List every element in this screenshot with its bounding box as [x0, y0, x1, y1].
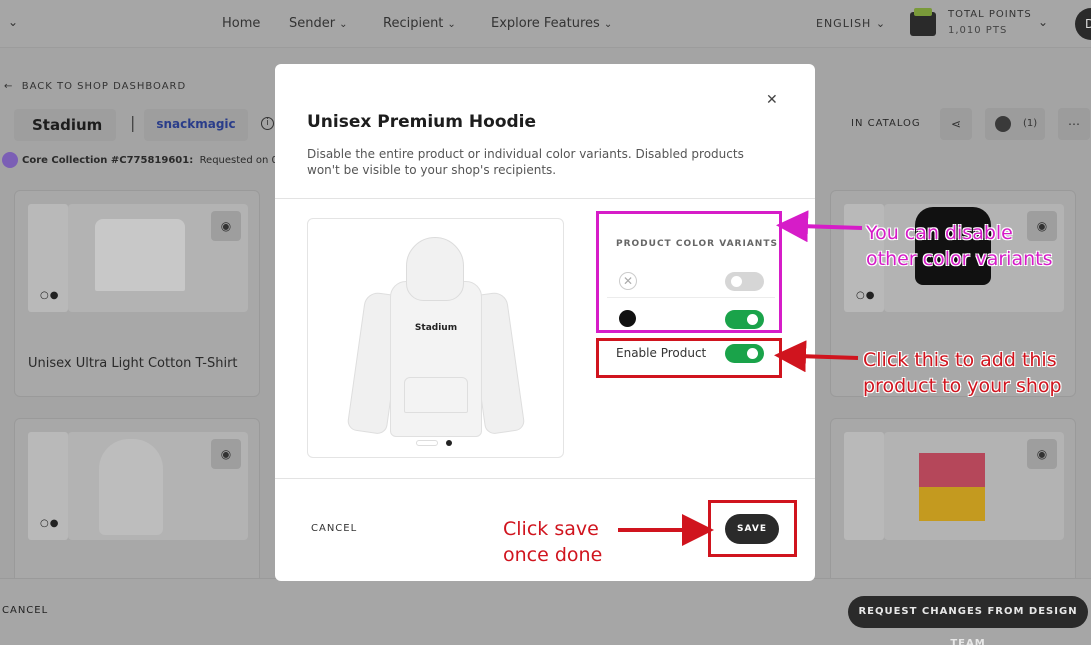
card-title: Unisex Ultra Light Cotton T-Shirt	[28, 356, 238, 371]
save-note: Click save once done	[503, 516, 602, 568]
wallet-icon	[910, 8, 936, 36]
back-to-dashboard-link[interactable]: ← BACK TO SHOP DASHBOARD	[4, 81, 186, 92]
eye-icon[interactable]: ◉	[1027, 439, 1057, 469]
chevron-down-icon: ⌄	[875, 17, 887, 30]
info-icon[interactable]: i	[261, 117, 274, 130]
modal-description: Disable the entire product or individual…	[307, 147, 744, 177]
account-count: (1)	[1023, 118, 1038, 129]
more-button[interactable]: ⋯	[1058, 108, 1090, 140]
nav-explore-label: Explore Features	[491, 16, 600, 31]
nav-sender[interactable]: Sender ⌄	[289, 16, 347, 31]
color-swatches: ○●	[40, 290, 60, 301]
enable-note: Click this to add this product to your s…	[863, 347, 1062, 399]
beanie-image	[99, 439, 163, 535]
save-note-line: Click save	[503, 518, 599, 540]
eye-icon[interactable]: ◉	[211, 211, 241, 241]
nav-sender-label: Sender	[289, 16, 336, 31]
product-card[interactable]: ◉	[830, 418, 1076, 588]
language-label: ENGLISH	[816, 17, 872, 30]
user-icon	[995, 116, 1011, 132]
enable-note-line: product to your shop	[863, 375, 1062, 397]
chevron-down-icon: ⌄	[447, 19, 456, 30]
save-highlight	[708, 500, 797, 557]
product-card[interactable]: ◉ ○●	[14, 418, 260, 588]
modal-title: Unisex Premium Hoodie	[307, 112, 537, 132]
variants-note-line: other color variants	[866, 248, 1053, 270]
catalog-status: IN CATALOG	[851, 118, 921, 129]
enable-highlight	[596, 338, 782, 378]
divider	[275, 198, 815, 199]
nav-recipient-label: Recipient	[383, 16, 444, 31]
card-thumbnail	[844, 432, 884, 540]
hoodie-body	[390, 281, 482, 437]
share-button[interactable]: ⋖	[940, 108, 972, 140]
language-selector[interactable]: ENGLISH ⌄	[816, 17, 886, 30]
variants-note-line: You can disable	[866, 222, 1013, 244]
eye-icon[interactable]: ◉	[211, 439, 241, 469]
chevron-down-icon[interactable]: ⌄	[1038, 15, 1048, 29]
brand-snackmagic-logo: snackmagic	[144, 109, 248, 141]
nav-explore-features[interactable]: Explore Features ⌄	[491, 16, 612, 31]
carousel-dot-active[interactable]	[446, 440, 452, 446]
top-navigation: ⌄ Home Sender ⌄ Recipient ⌄ Explore Featur…	[0, 0, 1091, 48]
hoodie-hood	[406, 237, 464, 301]
cancel-button[interactable]: CANCEL	[2, 605, 48, 616]
crown-icon	[2, 152, 18, 168]
variants-highlight	[596, 211, 782, 333]
points-value: 1,010 PTS	[948, 25, 1008, 36]
carousel-dot[interactable]	[416, 440, 438, 446]
product-preview: Stadium	[307, 218, 564, 458]
nav-home-label: Home	[222, 16, 261, 31]
collection-label: Core Collection #C775819601:	[22, 155, 194, 166]
share-icon: ⋖	[950, 117, 962, 131]
account-button[interactable]: (1)	[985, 108, 1045, 140]
hoodie-image: Stadium	[346, 237, 526, 445]
arrow-left-icon: ←	[4, 81, 14, 92]
carousel-dots[interactable]	[416, 440, 456, 448]
enable-note-line: Click this to add this	[863, 349, 1057, 371]
poster-image	[919, 453, 985, 521]
nav-home[interactable]: Home	[222, 16, 260, 31]
modal-cancel-button[interactable]: CANCEL	[311, 523, 357, 534]
hoodie-pocket	[404, 377, 468, 413]
variants-note: You can disable other color variants	[866, 220, 1053, 272]
product-card[interactable]: ◉ ○● Unisex Ultra Light Cotton T-Shirt	[14, 190, 260, 397]
points-label: TOTAL POINTS	[948, 9, 1032, 20]
request-changes-button[interactable]: REQUEST CHANGES FROM DESIGN TEAM	[848, 596, 1088, 645]
brand-stadium-logo: Stadium	[14, 109, 116, 141]
collection-info: Core Collection #C775819601: Requested o…	[2, 152, 316, 170]
chevron-down-icon: ⌄	[339, 19, 348, 30]
chevron-down-icon: ⌄	[603, 19, 613, 30]
divider	[275, 478, 815, 479]
divider: |	[130, 113, 136, 132]
avatar[interactable]: D	[1075, 8, 1091, 40]
color-swatches: ○●	[856, 290, 876, 301]
color-swatches: ○●	[40, 518, 60, 529]
back-link-label: BACK TO SHOP DASHBOARD	[21, 81, 187, 92]
close-icon[interactable]: ✕	[766, 92, 778, 108]
more-icon: ⋯	[1068, 117, 1080, 131]
save-note-line: once done	[503, 544, 603, 566]
nav-recipient[interactable]: Recipient ⌄	[383, 16, 456, 31]
hoodie-logo: Stadium	[414, 323, 458, 333]
tshirt-image	[95, 219, 185, 291]
chevron-down-icon[interactable]: ⌄	[8, 15, 18, 29]
